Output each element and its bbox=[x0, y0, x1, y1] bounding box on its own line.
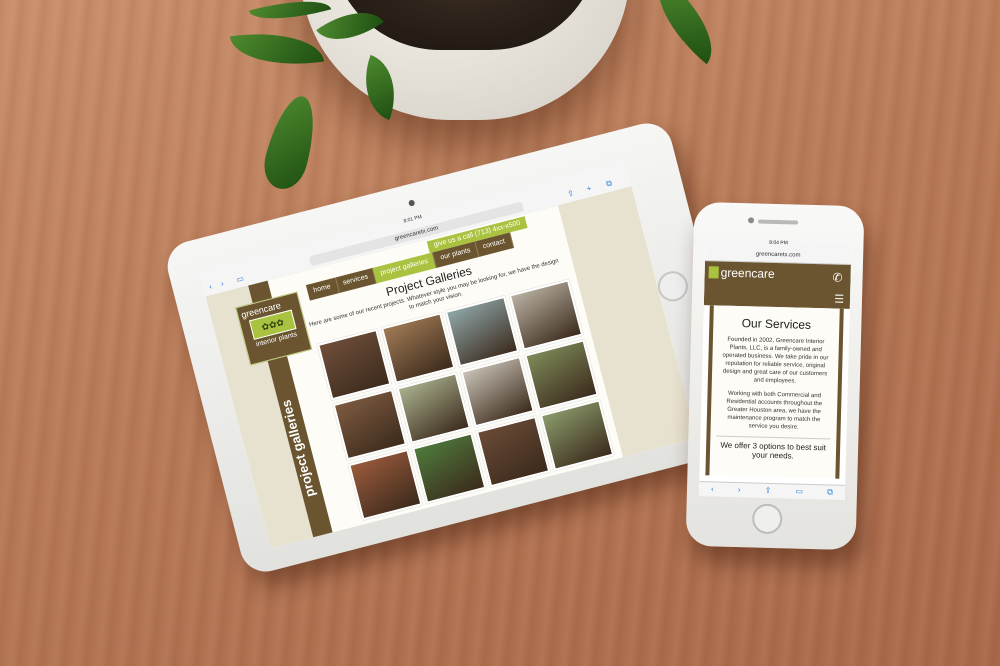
leaf bbox=[229, 23, 325, 75]
paragraph: Founded in 2002, Greencare Interior Plan… bbox=[722, 336, 829, 385]
gallery-photo[interactable] bbox=[332, 388, 408, 461]
camera-icon bbox=[747, 217, 755, 224]
leaf bbox=[637, 0, 733, 65]
share-icon[interactable]: ⇪ bbox=[566, 188, 575, 199]
browser-toolbar: ‹ › ⇪ ▭ ⧉ bbox=[698, 481, 846, 500]
forward-icon[interactable]: › bbox=[220, 279, 225, 289]
tabs-icon[interactable]: ⧉ bbox=[827, 485, 833, 499]
phone-icon[interactable]: ✆ bbox=[832, 270, 842, 284]
gallery-photo[interactable] bbox=[460, 355, 535, 428]
options-text: We offer 3 options to best suit your nee… bbox=[715, 435, 831, 462]
speaker bbox=[757, 219, 799, 225]
gallery-photo[interactable] bbox=[524, 339, 599, 411]
phone-device: 8:04 PM greencaretx.com greencare ✆ ☰ Ou… bbox=[685, 201, 865, 551]
bookmarks-icon[interactable]: ▭ bbox=[235, 274, 245, 286]
tablet-device: 8:01 PM ‹ › ▭ greencaretx.com ⇪ + ⧉ proj… bbox=[162, 117, 751, 578]
new-tab-icon[interactable]: + bbox=[586, 184, 593, 195]
tabs-icon[interactable]: ⧉ bbox=[605, 178, 613, 189]
page-title: Our Services bbox=[741, 316, 812, 332]
website: project galleries greencare ✿✿✿ interior… bbox=[205, 186, 697, 549]
content-column: Our Services Founded in 2002, Greencare … bbox=[705, 305, 844, 479]
logo-name: greencare bbox=[720, 265, 775, 281]
camera-icon bbox=[408, 199, 416, 207]
tablet-screen: 8:01 PM ‹ › ▭ greencaretx.com ⇪ + ⧉ proj… bbox=[199, 161, 697, 549]
menu-icon[interactable]: ☰ bbox=[834, 293, 844, 306]
site-header: greencare ✆ ☰ bbox=[703, 261, 851, 309]
share-icon[interactable]: ⇪ bbox=[764, 484, 772, 498]
logo[interactable]: greencare bbox=[708, 265, 775, 281]
paragraph: Working with both Commercial and Residen… bbox=[726, 390, 823, 431]
plant-icon bbox=[708, 266, 719, 279]
phone-screen: 8:04 PM greencaretx.com greencare ✆ ☰ Ou… bbox=[698, 238, 852, 500]
gallery-photo[interactable] bbox=[396, 372, 472, 444]
home-button[interactable] bbox=[751, 503, 783, 535]
status-time: 8:04 PM bbox=[769, 239, 788, 247]
back-icon[interactable]: ‹ bbox=[208, 282, 213, 292]
leaf bbox=[258, 91, 324, 194]
forward-icon[interactable]: › bbox=[738, 483, 741, 497]
back-icon[interactable]: ‹ bbox=[711, 482, 714, 496]
bookmarks-icon[interactable]: ▭ bbox=[795, 485, 803, 499]
